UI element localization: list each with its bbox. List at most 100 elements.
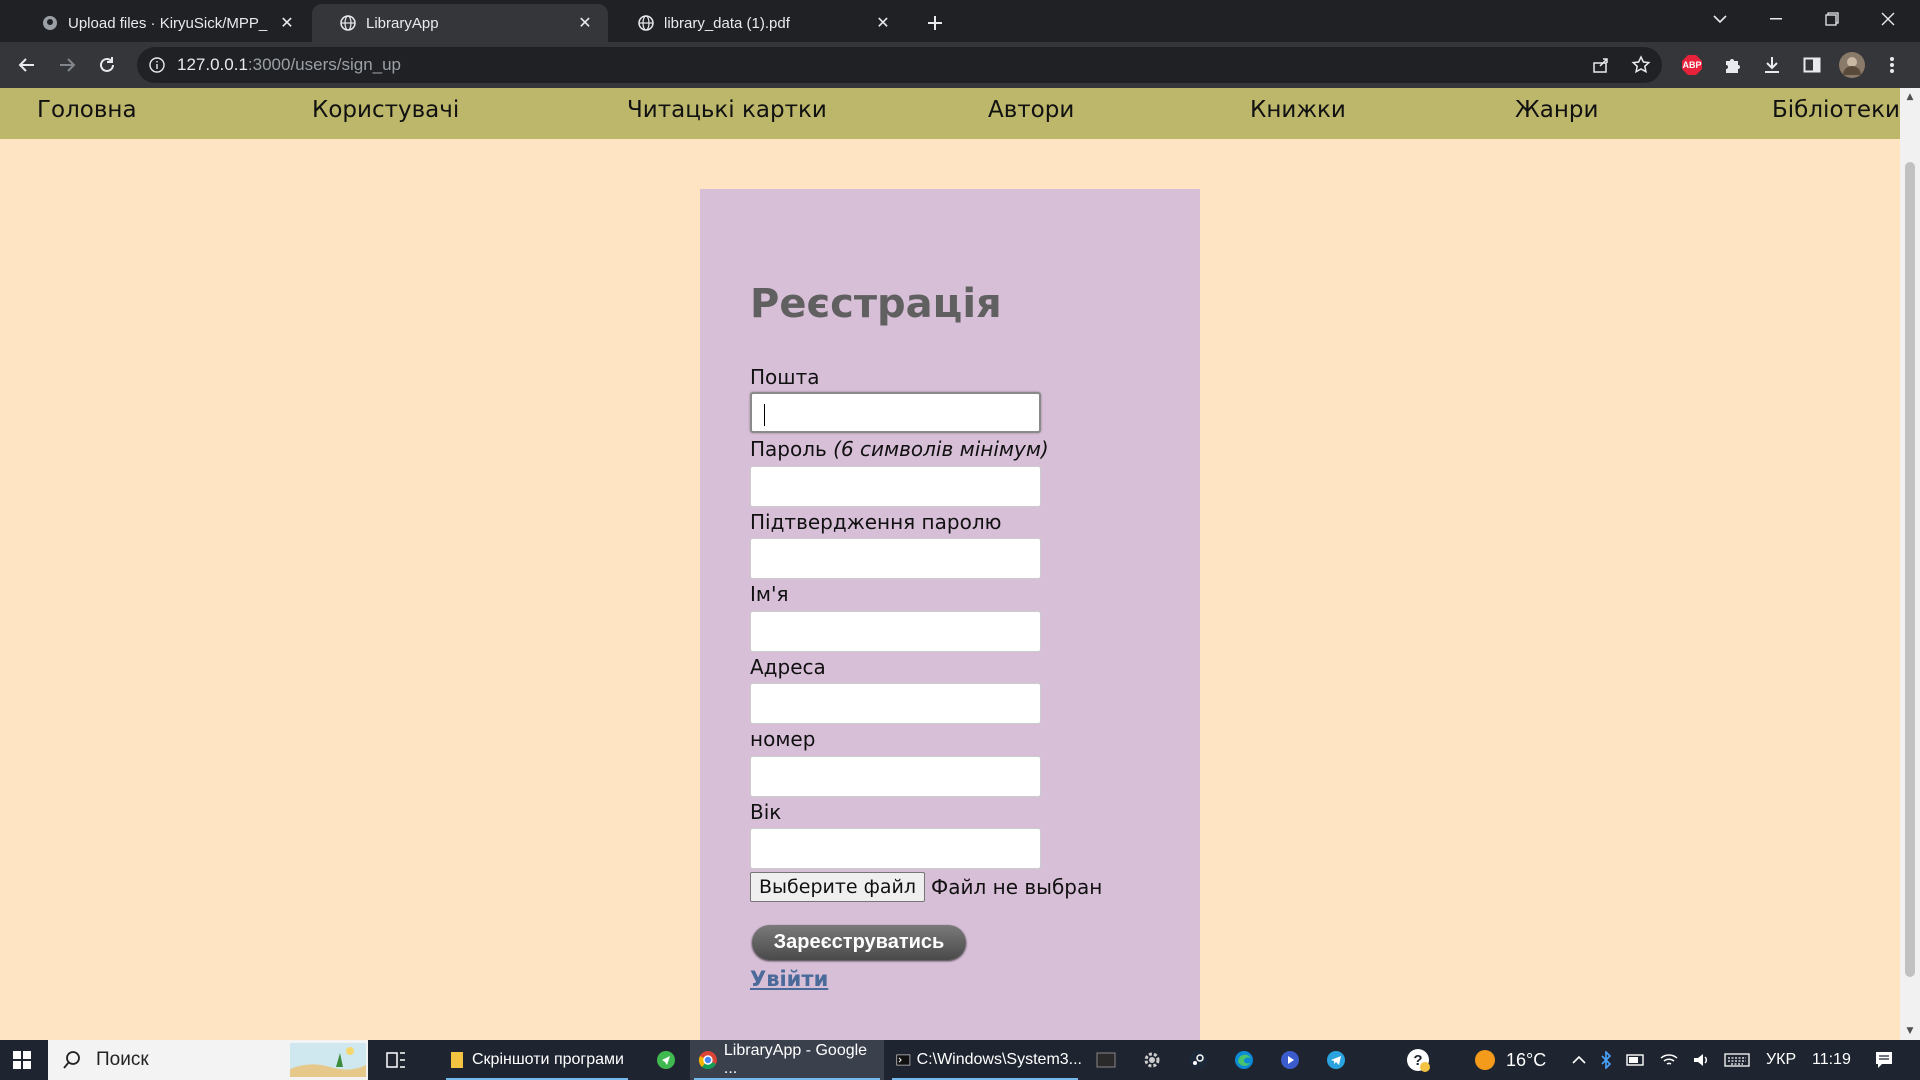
puzzle-icon [1726,59,1740,73]
search-icon [63,1051,80,1069]
close-icon [1881,12,1895,26]
login-link[interactable]: Увійти [750,967,828,991]
tab-library-pdf[interactable]: library_data (1).pdf ✕ [610,4,906,42]
age-field[interactable] [750,828,1041,869]
tab-title: library_data (1).pdf [664,14,790,32]
tab-libraryapp[interactable]: LibraryApp ✕ [312,4,608,42]
sign-up-form: Реєстрація Пошта Пароль (6 символів міні… [700,189,1200,1040]
taskbar-app-label: Скріншоти програми [472,1051,624,1068]
task-view-button[interactable] [376,1040,416,1080]
bookmark-button[interactable] [1625,49,1657,81]
windows-taskbar: Поиск Скріншоти програми LibraryApp - Go… [0,1040,1920,1080]
sun-icon [1475,1050,1495,1070]
choose-file-button[interactable]: Выберите файл [750,872,926,902]
nav-books[interactable]: Книжки [1250,97,1346,123]
adblock-extension-button[interactable]: ABP [1676,49,1708,81]
close-icon[interactable]: ✕ [278,14,296,32]
nav-home[interactable]: Головна [37,97,137,123]
phone-label: номер [750,727,816,751]
nav-authors[interactable]: Автори [988,97,1074,123]
browser-menu-button[interactable] [1876,49,1908,81]
name-field[interactable] [750,611,1041,652]
notifications-button[interactable] [1864,1040,1904,1080]
downloads-button[interactable] [1756,49,1788,81]
back-button[interactable] [11,49,43,81]
side-panel-button[interactable] [1796,49,1828,81]
gear-icon [1144,1052,1160,1068]
profile-button[interactable] [1836,49,1868,81]
edge-icon [1235,1051,1253,1069]
nav-genres[interactable]: Жанри [1515,97,1598,123]
close-icon[interactable]: ✕ [874,14,892,32]
avatar-file-input: Выберите файл Файл не выбран [750,872,1102,902]
password-field[interactable] [750,466,1041,507]
taskbar-app-cmd[interactable]: C:\Windows\System3... [888,1040,1082,1080]
volume-icon[interactable] [1692,1052,1710,1068]
page-scrollbar[interactable]: ▲ ▼ [1900,88,1920,1040]
windows-icon [13,1051,31,1069]
phone-field[interactable] [750,756,1041,797]
tab-upload-files[interactable]: Upload files · KiryuSick/MPP_Fin ✕ [14,4,310,42]
taskbar-app-telegram[interactable] [1318,1040,1354,1080]
extensions-button[interactable] [1716,49,1748,81]
new-tab-button[interactable] [920,8,950,38]
battery-icon[interactable] [1626,1053,1646,1067]
input-language[interactable]: УКР [1766,1040,1796,1080]
email-label: Пошта [750,365,820,389]
share-button[interactable] [1585,49,1617,81]
plus-icon [928,16,942,30]
tab-title: LibraryApp [366,14,439,32]
scroll-down-icon[interactable]: ▼ [1905,1026,1915,1036]
nav-users[interactable]: Користувачі [312,97,459,123]
taskbar-search[interactable]: Поиск [48,1040,368,1080]
taskbar-app-messenger[interactable] [648,1040,684,1080]
avatar [1839,52,1865,78]
taskbar-app-media[interactable] [1272,1040,1308,1080]
address-bar[interactable]: 127.0.0.1:3000/users/sign_up [137,47,1662,83]
globe-icon [638,15,654,31]
task-view-icon [386,1052,405,1068]
url-host: 127.0.0.1 [177,55,248,74]
wifi-icon[interactable] [1660,1052,1678,1068]
taskbar-app-chrome[interactable]: LibraryApp - Google ... [690,1040,884,1080]
email-field[interactable] [750,392,1041,433]
search-highlight-image [290,1043,366,1077]
minimize-button[interactable] [1748,0,1804,38]
taskbar-app-terminal[interactable] [1088,1040,1124,1080]
browser-tab-strip: Upload files · KiryuSick/MPP_Fin ✕ Libra… [0,0,1920,42]
start-button[interactable] [0,1040,44,1080]
keyboard-icon[interactable] [1724,1052,1750,1068]
nav-libraries[interactable]: Бібліотеки [1772,97,1900,123]
weather-widget[interactable]: 16°C [1474,1040,1546,1080]
taskbar-app-edge[interactable] [1226,1040,1262,1080]
taskbar-app-steam[interactable] [1180,1040,1216,1080]
web-page: Головна Користувачі Читацькі картки Авто… [0,88,1900,1040]
terminal-icon [1096,1052,1116,1068]
taskbar-app-settings[interactable] [1134,1040,1170,1080]
reload-button[interactable] [91,49,123,81]
info-icon [149,57,165,73]
scroll-thumb[interactable] [1905,162,1915,977]
chevron-up-icon[interactable] [1572,1055,1586,1065]
restore-button[interactable] [1804,0,1860,38]
password-confirm-field[interactable] [750,538,1041,579]
sign-up-button[interactable]: Зареєструватись [752,925,966,960]
close-window-button[interactable] [1860,0,1916,38]
tab-search-button[interactable] [1692,0,1748,38]
nav-reader-cards[interactable]: Читацькі картки [627,97,827,123]
url-text: 127.0.0.1:3000/users/sign_up [177,55,401,75]
close-icon[interactable]: ✕ [576,14,594,32]
adblock-badge-text: ABP [1682,60,1702,70]
address-field[interactable] [750,683,1041,724]
forward-button[interactable] [51,49,83,81]
weather-temp: 16°C [1506,1049,1547,1070]
help-icon: ? [1407,1049,1430,1072]
age-label: Вік [750,800,782,824]
taskbar-clock[interactable]: 11:19 [1812,1040,1851,1080]
password-label-text: Пароль [750,437,827,461]
scroll-up-icon[interactable]: ▲ [1905,92,1915,102]
bluetooth-icon[interactable] [1600,1051,1612,1069]
more-vertical-icon [1890,57,1894,73]
help-button[interactable]: ? [1400,1040,1436,1080]
taskbar-app-screenshots[interactable]: Скріншоти програми [442,1040,632,1080]
